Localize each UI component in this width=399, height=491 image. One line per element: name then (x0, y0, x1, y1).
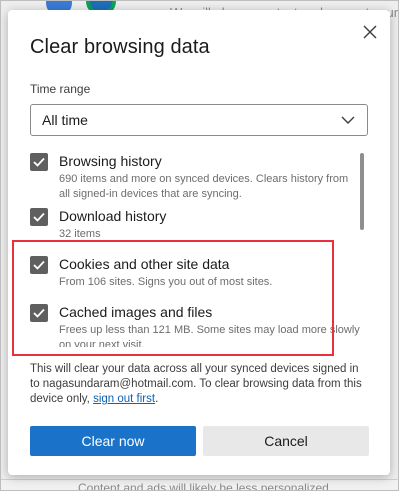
list-scrollbar[interactable] (360, 153, 364, 230)
clear-browsing-data-dialog: Clear browsing data Time range All time … (8, 10, 390, 475)
sync-note-text: This will clear your data across all you… (30, 363, 362, 405)
sign-out-link[interactable]: sign out first (93, 393, 155, 405)
cookies-checkbox[interactable] (30, 256, 48, 274)
close-button[interactable] (358, 20, 382, 44)
time-range-select[interactable]: All time (30, 104, 368, 136)
sync-note: This will clear your data across all you… (30, 362, 370, 407)
item-description: Frees up less than 121 MB. Some sites ma… (59, 324, 360, 347)
item-title: Cookies and other site data (59, 256, 230, 272)
background-footer: Content and ads will likely be less pers… (0, 479, 399, 491)
item-description: 690 items and more on synced devices. Cl… (59, 173, 349, 200)
background-footer-text: Content and ads will likely be less pers… (78, 481, 329, 491)
item-description: From 106 sites. Signs you out of most si… (59, 276, 273, 288)
item-description: 32 items (59, 228, 101, 240)
browsing-history-checkbox[interactable] (30, 153, 48, 171)
checkmark-icon (33, 157, 45, 167)
close-icon (363, 25, 377, 39)
item-title: Download history (59, 208, 167, 224)
dialog-title: Clear browsing data (30, 36, 210, 58)
time-range-value: All time (42, 112, 88, 128)
chevron-down-icon (341, 116, 355, 124)
data-types-list[interactable]: Browsing history 690 items and more on s… (8, 147, 390, 347)
cached-images-checkbox[interactable] (30, 304, 48, 322)
cancel-button[interactable]: Cancel (203, 426, 369, 456)
time-range-label: Time range (30, 82, 91, 96)
checkmark-icon (33, 260, 45, 270)
checkmark-icon (33, 308, 45, 318)
download-history-checkbox[interactable] (30, 208, 48, 226)
sync-note-suffix: . (155, 393, 159, 405)
clear-now-button[interactable]: Clear now (30, 426, 196, 456)
item-title: Cached images and files (59, 304, 213, 320)
item-title: Browsing history (59, 153, 162, 169)
checkmark-icon (33, 212, 45, 222)
